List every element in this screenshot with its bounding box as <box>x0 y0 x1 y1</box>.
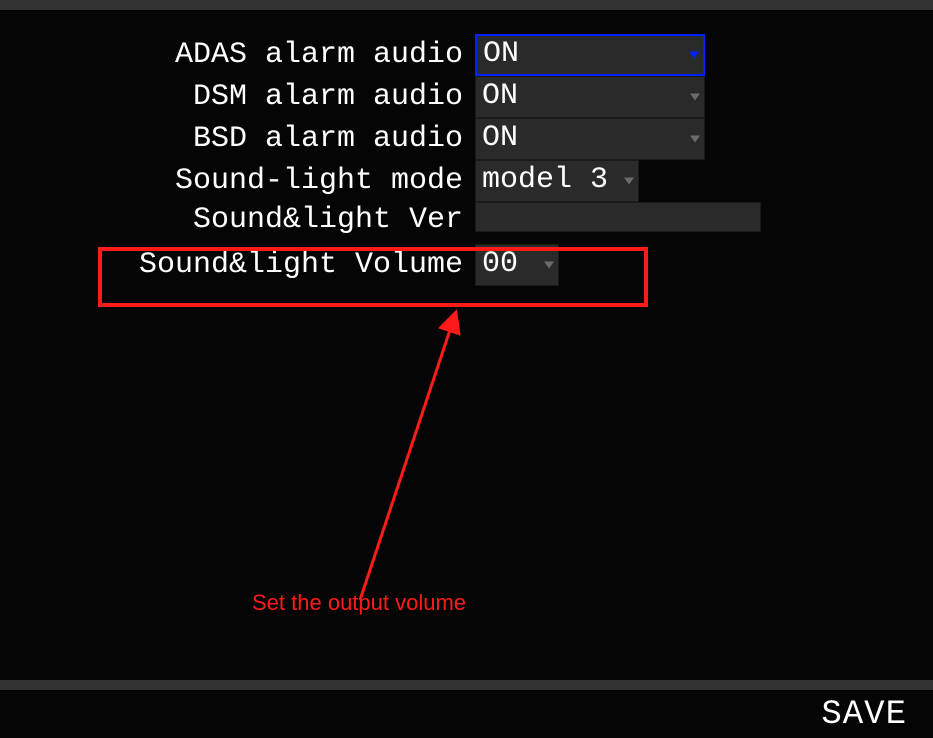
row-adas-alarm-audio: ADAS alarm audio ON <box>0 34 933 76</box>
value-sound-light-volume: 00 <box>482 247 518 281</box>
label-sound-light-ver: Sound&light Ver <box>0 202 475 238</box>
chevron-down-icon <box>624 178 634 185</box>
chevron-down-icon <box>690 136 700 143</box>
chevron-down-icon <box>690 94 700 101</box>
value-bsd-alarm-audio: ON <box>482 119 682 157</box>
label-adas-alarm-audio: ADAS alarm audio <box>0 34 475 76</box>
row-bsd-alarm-audio: BSD alarm audio ON <box>0 118 933 160</box>
value-adas-alarm-audio: ON <box>483 36 681 72</box>
dropdown-sound-light-mode[interactable]: model 3 <box>475 160 639 202</box>
row-sound-light-ver: Sound&light Ver <box>0 202 933 238</box>
field-sound-light-ver <box>475 202 761 232</box>
chevron-down-icon <box>544 262 554 269</box>
label-sound-light-volume: Sound&light Volume <box>0 244 475 286</box>
dropdown-bsd-alarm-audio[interactable]: ON <box>475 118 705 160</box>
save-button[interactable]: SAVE <box>821 696 907 734</box>
row-dsm-alarm-audio: DSM alarm audio ON <box>0 76 933 118</box>
annotation-text: Set the output volume <box>252 590 466 616</box>
label-dsm-alarm-audio: DSM alarm audio <box>0 76 475 118</box>
row-sound-light-mode: Sound-light mode model 3 <box>0 160 933 202</box>
value-dsm-alarm-audio: ON <box>482 77 682 115</box>
dropdown-sound-light-volume[interactable]: 00 <box>475 244 559 286</box>
frame-top-bar <box>0 0 933 10</box>
value-sound-light-mode: model 3 <box>482 161 616 199</box>
label-sound-light-mode: Sound-light mode <box>0 160 475 202</box>
dropdown-adas-alarm-audio[interactable]: ON <box>475 34 705 76</box>
row-sound-light-volume: Sound&light Volume 00 <box>0 244 933 286</box>
settings-panel: ADAS alarm audio ON DSM alarm audio ON B… <box>0 34 933 286</box>
annotation-arrow-icon <box>300 300 500 620</box>
frame-bottom-bar <box>0 680 933 690</box>
label-bsd-alarm-audio: BSD alarm audio <box>0 118 475 160</box>
dropdown-dsm-alarm-audio[interactable]: ON <box>475 76 705 118</box>
chevron-down-icon <box>689 52 699 59</box>
